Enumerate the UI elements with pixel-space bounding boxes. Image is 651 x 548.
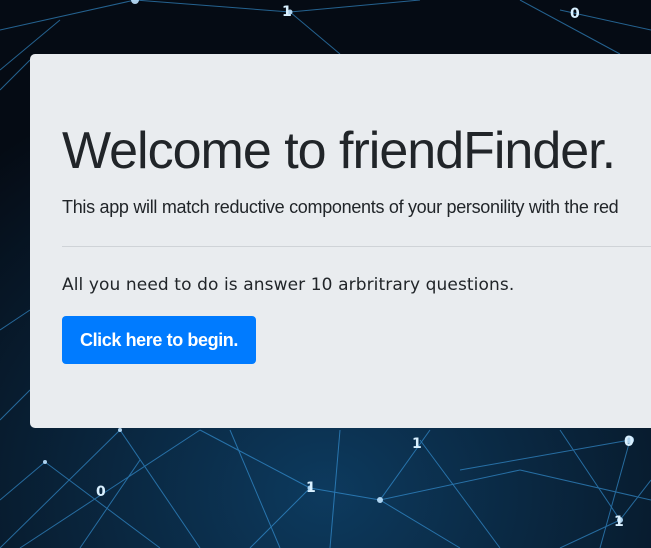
network-glyph: 1 [282,4,292,20]
network-glyph: 0 [570,6,580,22]
network-glyph: 1 [412,436,422,452]
network-glyph: 0 [96,484,106,500]
network-glyph: 1 [306,480,316,496]
lead-text: This app will match reductive components… [62,197,619,217]
network-glyph: 1 [614,514,624,530]
network-glyph: 0 [624,434,634,450]
welcome-jumbotron: Welcome to friendFinder. This app will m… [30,54,651,428]
divider [62,246,651,247]
begin-button[interactable]: Click here to begin. [62,316,256,364]
page-title: Welcome to friendFinder. [62,122,616,180]
instructions-text: All you need to do is answer 10 arbritra… [62,275,515,295]
